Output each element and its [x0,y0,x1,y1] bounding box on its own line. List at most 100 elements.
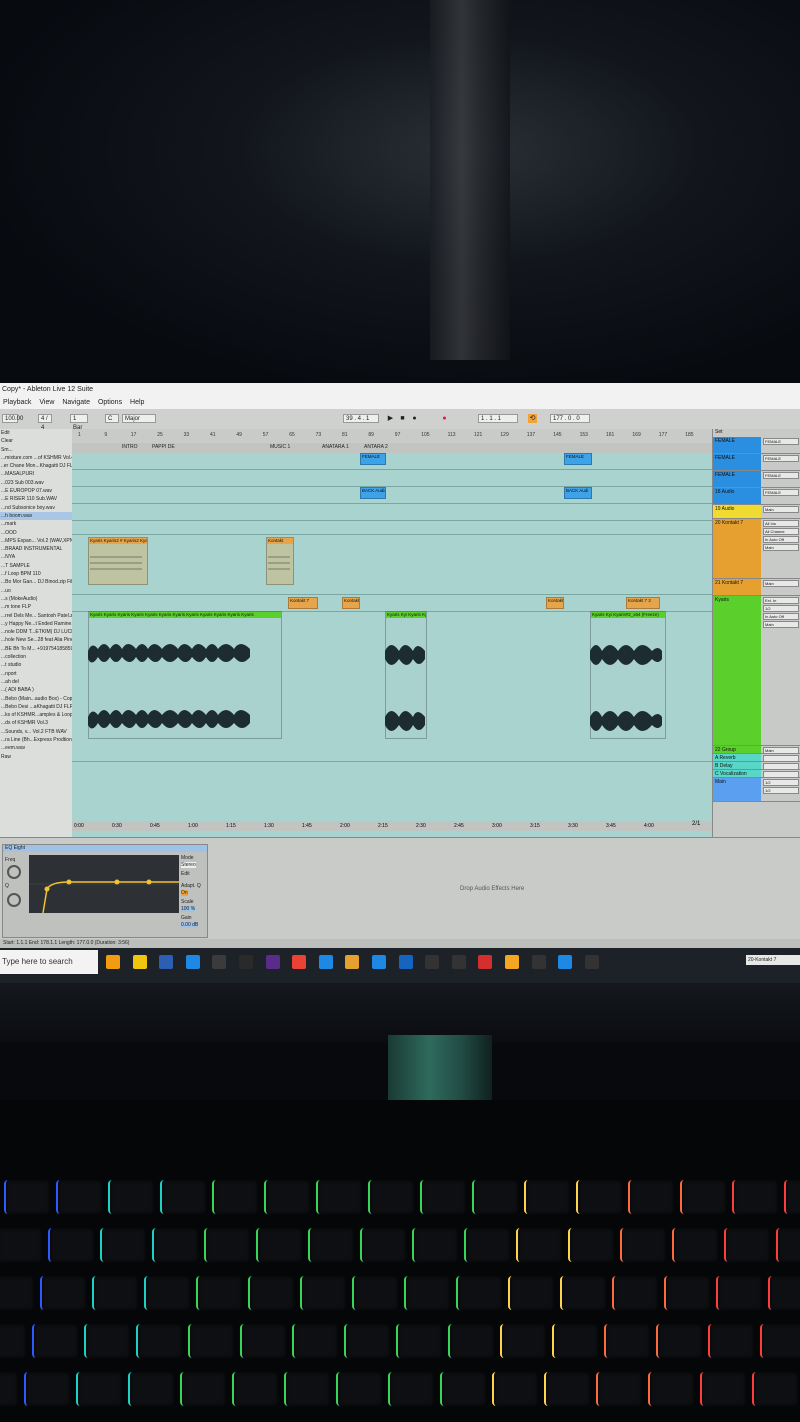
song-position[interactable]: 39 . 4 . 1 [343,414,379,423]
bar-ruler[interactable]: 1 9 17 25 33 41 49 57 65 73 81 89 97 105 113 121 129 137 1… [72,429,712,444]
time-ruler[interactable]: 0:00 0:30 0:45 1:00 1:15 1:30 1:45 2:00 2:15 2:30… [72,821,712,831]
routing-chooser[interactable]: Main [763,621,799,628]
browser-item[interactable]: ...h boom.wav [0,511,72,521]
clip-audio-a[interactable]: Kyaris Kyaris Kyaris Kyaris Kyaris Kyari… [88,611,282,739]
browser-item[interactable]: ...ks of KSHMR...amples & Loops) [0,711,72,719]
record-icon[interactable]: ● [410,414,419,423]
files-icon[interactable] [132,955,147,969]
browser-item[interactable]: ...Bebo Desi ...aKhagatti DJ FLP [0,703,72,711]
player-icon[interactable] [265,955,280,969]
track-name[interactable]: 18 Audio [713,488,761,504]
browser-item[interactable]: ...rrel Dels Me... Santosh Patel.zip [0,612,72,620]
menu-playback[interactable]: Playback [3,397,31,409]
track-lane[interactable] [72,535,712,595]
browser-item[interactable]: ...f Loop BPM 110 [0,570,72,578]
mixer-track[interactable]: FEMALE FEMALE [713,454,800,471]
track-name[interactable]: Kyaris [713,596,761,745]
browser-item[interactable]: ...OOD [0,529,72,537]
key-menu[interactable]: C [105,414,119,423]
browser-item[interactable]: ...E EUROPOP 07.wav [0,487,72,495]
routing-chooser[interactable] [763,763,799,770]
mode-select[interactable]: Stereo [181,862,196,868]
loop-length-field[interactable]: 177 . 0 . 0 [550,414,590,423]
track-name[interactable]: 20 Kontakt 7 [713,519,761,578]
apps-icon[interactable] [239,955,253,969]
browser-item[interactable]: ...mark [0,520,72,528]
locator-antara-2[interactable]: ANTARA 2 [364,444,388,451]
menu-help[interactable]: Help [130,397,144,409]
tool-icon[interactable] [558,955,573,969]
browser-item[interactable]: ...mixture.com ...of KSHMR Vol.4 [0,454,72,462]
mixer-track[interactable]: 18 Audio FEMALE [713,488,800,505]
routing-chooser[interactable]: Main [763,747,799,754]
track-name[interactable]: C Vocalization [713,770,761,777]
track-name[interactable]: Main [713,778,761,801]
photoshop-icon[interactable] [159,955,174,969]
browser-item[interactable]: ...nport [0,670,72,678]
clip-kontakt-c[interactable]: Kontakt 7 [288,597,318,609]
track-lane[interactable] [72,521,712,535]
eq-band-1[interactable] [44,886,50,892]
eq-band-2[interactable] [66,879,72,885]
clip-audio-c[interactable]: Kyaris Kyi Kyaris#2_x64 (Freeze) [590,611,666,739]
mixer-track[interactable]: FEMALE FEMALE [713,437,800,454]
routing-chooser[interactable]: In Auto Off [763,613,799,620]
routing-chooser[interactable]: FEMALE [763,489,799,496]
browser-item[interactable]: ...NYA [0,553,72,561]
fl-icon[interactable] [505,955,519,969]
eq-eight-device[interactable]: EQ Eight Mode Stereo Edit Adapt. Q On Sc… [2,844,208,938]
download-icon[interactable] [398,955,413,969]
browser-item[interactable]: ...E RISER 110 Sub.WAV [0,495,72,503]
mixer-track[interactable]: FEMALE FEMALE [713,471,800,488]
routing-chooser[interactable]: 1/2 [763,787,799,794]
scale-value[interactable]: 100 % [181,906,196,912]
browser-item[interactable]: ...T SAMPLE [0,562,72,570]
routing-chooser[interactable]: Main [763,544,799,551]
arrow-app-icon[interactable] [318,955,333,969]
browser-item[interactable]: ...collection [0,653,72,661]
browser-item[interactable]: ...MPS Expan... Vol.2 (WAV,XPN) [0,537,72,545]
browser-item[interactable]: ...nd Subsonice boy.wav [0,504,72,512]
browser-item[interactable]: ...BRAAD INSTRUMENTAL [0,545,72,553]
browser-item[interactable]: ...m tone FLP [0,603,72,611]
clip-female-a[interactable]: FEMALE [360,453,386,465]
record-icon[interactable] [478,955,493,969]
loop-switch-icon[interactable]: ⟲ [528,414,537,423]
browser-item[interactable]: Edit [0,429,72,437]
mixer-track[interactable]: Main 1/2 1/2 [713,778,800,802]
track-lane[interactable] [72,453,712,470]
scale-menu[interactable]: Major [122,414,156,423]
routing-chooser[interactable]: 1/2 [763,605,799,612]
track-name[interactable]: 22 Group [713,746,761,753]
mixer-track[interactable]: A Reverb [713,754,800,762]
eq-graph[interactable] [29,855,179,913]
mixer-track[interactable]: C Vocalization [713,770,800,778]
stop-icon[interactable]: ■ [398,414,407,423]
browser-item[interactable]: ...ra Line (Bh...Express Prodtion [0,736,72,744]
adapt-q-toggle[interactable]: On [181,890,188,896]
mixer-track[interactable]: 21 Kontakt 7 Main [713,579,800,596]
illustrator-icon[interactable] [212,955,227,969]
set-button[interactable]: Set [713,429,800,437]
routing-chooser[interactable]: FEMALE [763,455,799,462]
browser-item[interactable]: ...Sounds, v... Vol.2 FTB WAV [0,728,72,736]
track-name[interactable]: FEMALE [713,454,761,470]
id-icon[interactable] [531,955,546,969]
track-lane[interactable] [72,504,712,521]
browser-item[interactable]: ...nole DDM T...ETKIM) DJ LUCKY [0,628,72,636]
live-active-icon[interactable] [584,955,599,969]
browser-item[interactable]: ...s (MokeAudio) [0,595,72,603]
freq-knob[interactable] [7,865,21,879]
menu-view[interactable]: View [39,397,54,409]
menu-options[interactable]: Options [98,397,122,409]
routing-chooser[interactable]: FEMALE [763,438,799,445]
signature-field[interactable]: 4 / 4 [38,414,52,431]
loop-start-field[interactable]: 1 . 1 . 1 [478,414,518,423]
browser-item[interactable]: ...( ADI BABA ) [0,686,72,694]
q-knob[interactable] [7,893,21,907]
routing-chooser[interactable]: All Ins [763,520,799,527]
arrow-app-icon[interactable] [372,955,386,969]
tempo-field[interactable]: 100.00 [2,414,23,423]
clip-back-b[interactable]: BACK Audi [564,487,592,499]
browser-item[interactable]: ..er Chane Mon...Khagatti DJ FLP [0,462,72,470]
